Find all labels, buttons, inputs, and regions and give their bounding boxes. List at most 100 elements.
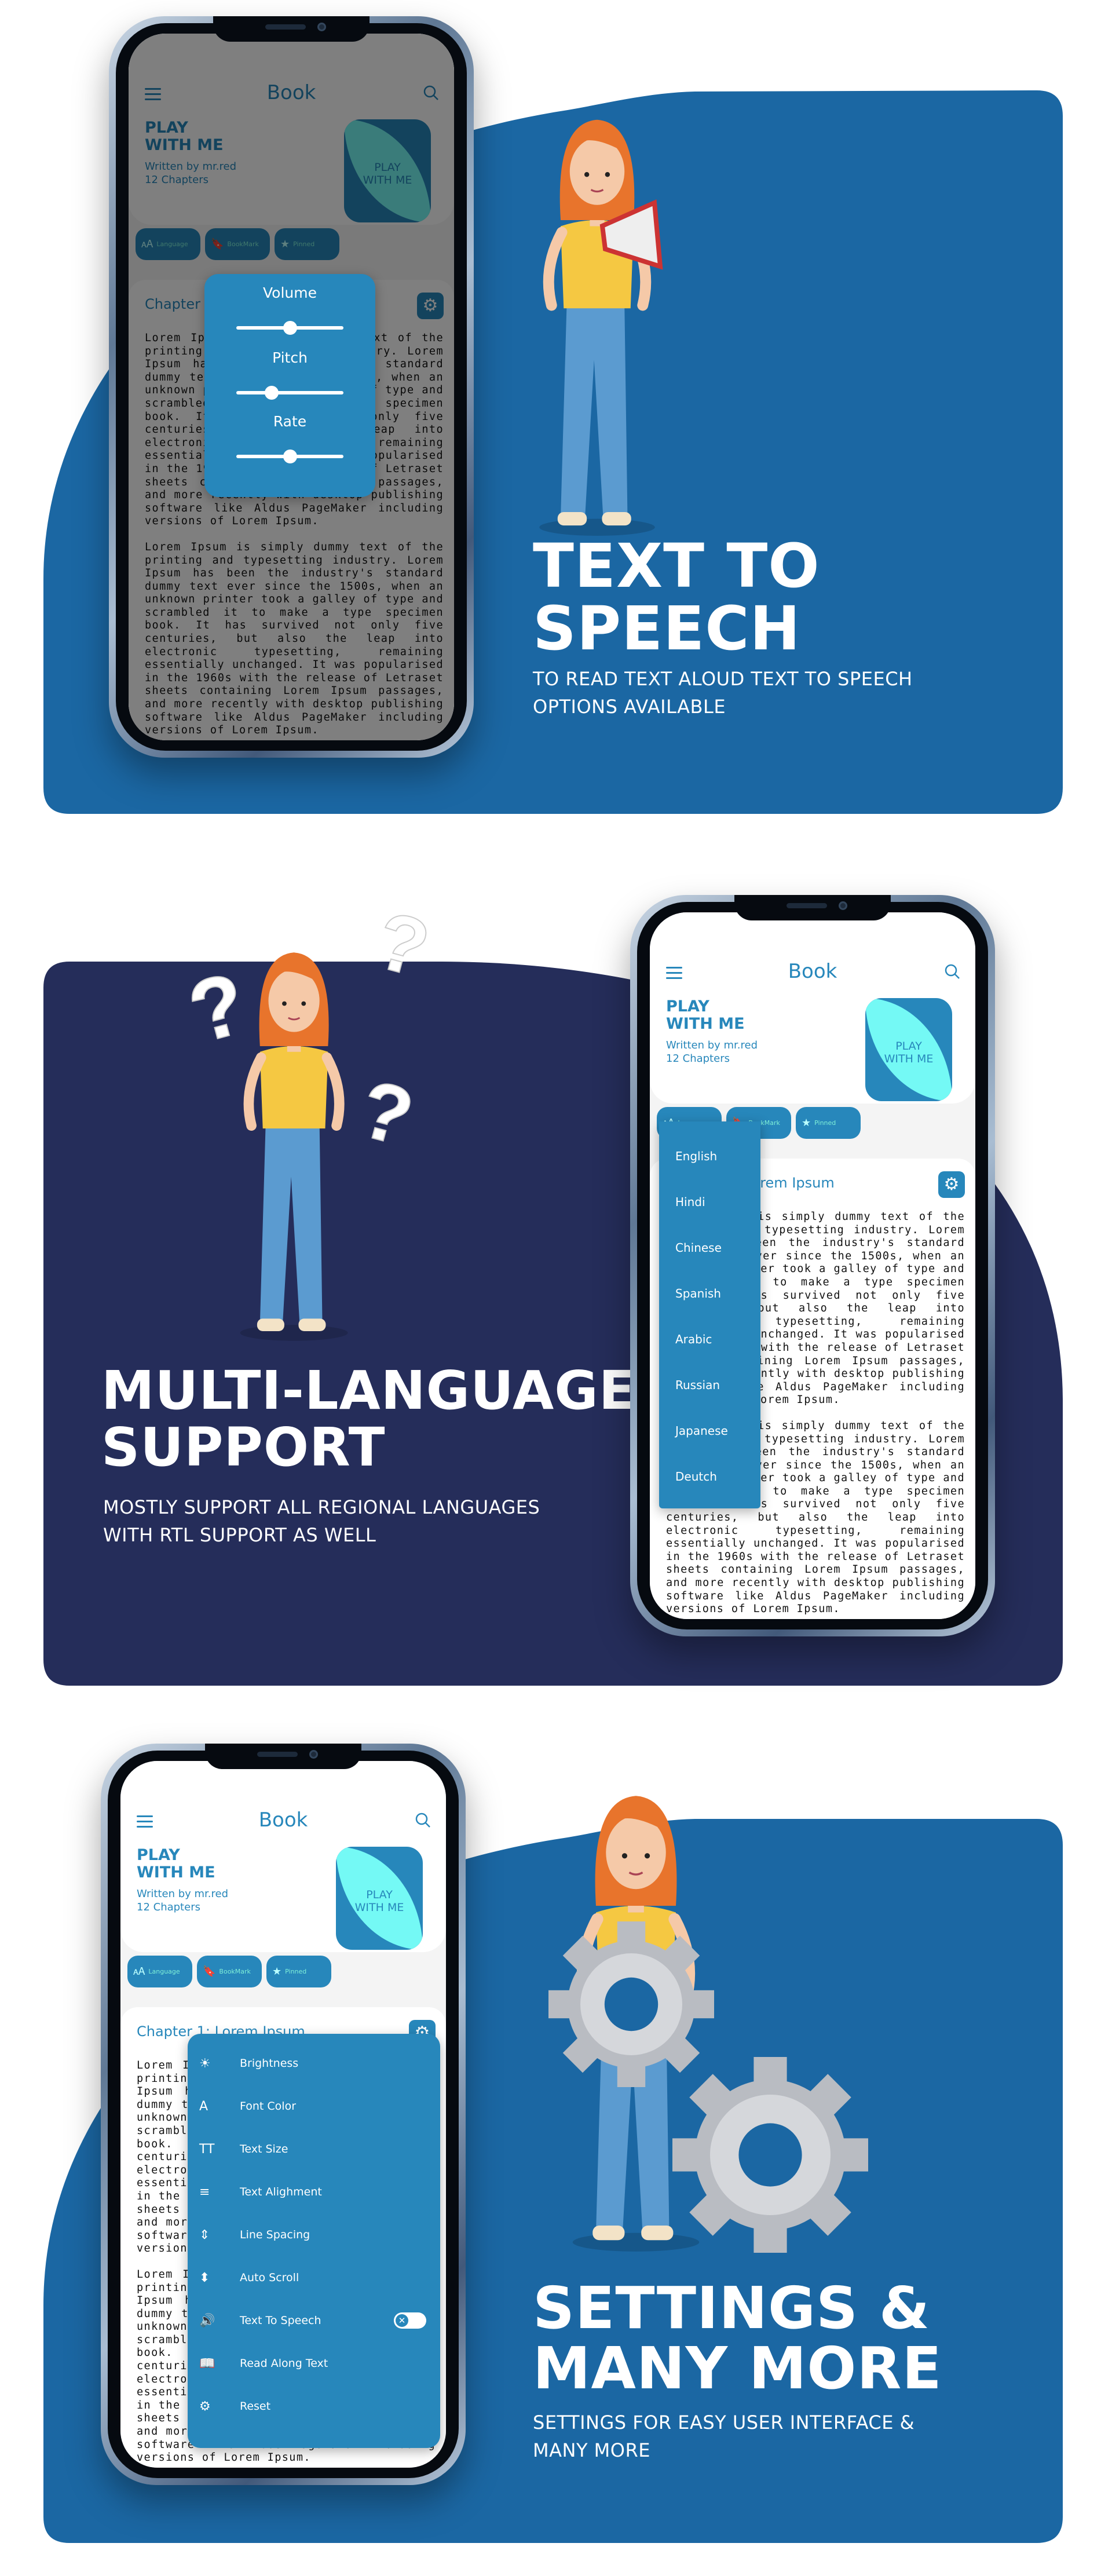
heading-line: SUPPORT <box>101 1416 386 1478</box>
read-along-icon: 📖 <box>199 2356 215 2371</box>
volume-slider[interactable] <box>236 321 343 335</box>
phone-mockup-tts: Book PLAYWITH ME Written by mr.red12 Cha… <box>109 16 474 758</box>
menu-item-label: Text Size <box>240 2143 288 2155</box>
book-cover[interactable]: PLAYWITH ME <box>336 1847 423 1950</box>
app-title: Book <box>258 1808 308 1832</box>
search-icon[interactable] <box>944 963 960 980</box>
speaker-icon: 🔊 <box>199 2313 215 2328</box>
menu-item-label: Brightness <box>240 2057 299 2070</box>
heading-line: MANY MORE <box>533 2334 942 2402</box>
pitch-slider[interactable] <box>236 386 343 400</box>
subtitle-line: MOSTLY SUPPORT ALL REGIONAL LANGUAGES <box>103 1496 540 1518</box>
settings-item-brightness[interactable]: ☀ Brightness <box>188 2046 440 2081</box>
pitch-label: Pitch <box>272 349 308 366</box>
settings-item-line-spacing[interactable]: ⇕ Line Spacing <box>188 2217 440 2252</box>
section-1-heading: TEXT TO SPEECH <box>533 536 820 659</box>
book-cover[interactable]: PLAYWITH ME <box>865 998 952 1101</box>
book-meta: Written by mr.red12 Chapters <box>137 1887 228 1914</box>
heading-line: SPEECH <box>533 593 801 664</box>
text-to-speech-toggle[interactable]: ✕ <box>394 2312 426 2329</box>
menu-item-label: Auto Scroll <box>240 2271 299 2284</box>
gear-icon: ⚙ <box>943 1174 960 1194</box>
section-2-subtitle: MOSTLY SUPPORT ALL REGIONAL LANGUAGES WI… <box>103 1493 540 1549</box>
question-mark-icon: ? <box>367 894 438 995</box>
pin-icon: ★ <box>272 1965 282 1978</box>
settings-item-reset[interactable]: ⚙ Reset <box>188 2389 440 2424</box>
settings-button[interactable]: ⚙ <box>938 1171 965 1198</box>
section-2-heading: MULTI-LANGUAGE SUPPORT <box>101 1364 636 1474</box>
slider-knob[interactable] <box>265 386 279 400</box>
button-label: BookMark <box>219 1968 251 1975</box>
language-option-japanese[interactable]: Japanese <box>675 1424 728 1438</box>
button-label: Pinned <box>814 1119 836 1127</box>
brightness-icon: ☀ <box>199 2056 211 2071</box>
book-title-line: PLAY <box>137 1846 180 1864</box>
language-option-chinese[interactable]: Chinese <box>675 1241 722 1255</box>
bookmark-button[interactable]: 🔖BookMark <box>197 1956 262 1987</box>
author: Written by mr.red <box>137 1888 229 1900</box>
book-title-line: WITH ME <box>137 1864 215 1881</box>
settings-item-font-color[interactable]: A Font Color <box>188 2089 440 2124</box>
language-option-arabic[interactable]: Arabic <box>675 1332 712 1346</box>
cover-text: WITH ME <box>354 1901 404 1914</box>
subtitle-line: SETTINGS FOR EASY USER INTERFACE & <box>533 2411 915 2434</box>
language-option-english[interactable]: English <box>675 1149 717 1163</box>
app-screen: Book PLAYWITH ME Written by mr.red12 Cha… <box>650 912 975 1619</box>
pinned-button[interactable]: ★Pinned <box>266 1956 331 1987</box>
volume-label: Volume <box>263 284 317 301</box>
settings-item-text-alighment[interactable]: ≡ Text Alighment <box>188 2175 440 2209</box>
text-align-icon: ≡ <box>199 2184 210 2199</box>
app-screen: Book PLAYWITH ME Written by mr.red12 Cha… <box>120 1761 446 2468</box>
cover-text: PLAY <box>895 1040 922 1053</box>
button-label: Pinned <box>285 1968 307 1975</box>
chapter-count: 12 Chapters <box>666 1053 730 1065</box>
settings-item-text-to-speech[interactable]: 🔊 Text To Speech ✕ <box>188 2303 440 2338</box>
subtitle-line: OPTIONS AVAILABLE <box>533 696 726 718</box>
pin-icon: ★ <box>802 1117 811 1129</box>
subtitle-line: MANY MORE <box>533 2439 650 2461</box>
cover-text: PLAY <box>366 1888 393 1901</box>
settings-item-auto-scroll[interactable]: ⬍ Auto Scroll <box>188 2260 440 2295</box>
tts-settings-popup: Volume Pitch Rate <box>204 274 375 497</box>
book-title: PLAYWITH ME <box>137 1847 215 1881</box>
menu-item-label: Text To Speech <box>240 2314 321 2327</box>
heading-line: TEXT TO <box>533 531 820 601</box>
language-option-russian[interactable]: Russian <box>675 1378 720 1392</box>
text-size-icon: TT <box>199 2142 215 2157</box>
cover-text: WITH ME <box>884 1053 934 1065</box>
app-title: Book <box>788 960 837 983</box>
slider-knob[interactable] <box>283 450 297 463</box>
button-label: Language <box>148 1968 180 1975</box>
menu-item-label: Read Along Text <box>240 2357 328 2370</box>
phone-notch <box>734 895 891 920</box>
settings-item-text-size[interactable]: TT Text Size <box>188 2132 440 2166</box>
slider-knob[interactable] <box>283 321 297 335</box>
settings-item-read-along-text[interactable]: 📖 Read Along Text <box>188 2346 440 2381</box>
line-spacing-icon: ⇕ <box>199 2227 210 2242</box>
phone-notch <box>213 16 370 42</box>
chapter-count: 12 Chapters <box>137 1901 200 1913</box>
language-option-deutch[interactable]: Deutch <box>675 1470 717 1484</box>
girl-with-megaphone-illustration <box>539 120 655 536</box>
language-option-hindi[interactable]: Hindi <box>675 1195 705 1209</box>
section-3-heading: SETTINGS & MANY MORE <box>533 2279 942 2398</box>
author: Written by mr.red <box>666 1039 758 1051</box>
girl-thinking-illustration <box>240 952 348 1340</box>
heading-line: SETTINGS & <box>533 2274 931 2342</box>
menu-item-label: Reset <box>240 2400 271 2413</box>
book-title-line: WITH ME <box>666 1015 745 1033</box>
search-icon[interactable] <box>415 1812 431 1828</box>
pinned-button[interactable]: ★Pinned <box>796 1107 861 1139</box>
book-meta: Written by mr.red 12 Chapters <box>666 1039 758 1065</box>
auto-scroll-icon: ⬍ <box>199 2270 210 2285</box>
question-mark-icon: ? <box>179 953 255 1061</box>
phone-notch <box>205 1744 361 1769</box>
language-option-spanish[interactable]: Spanish <box>675 1287 721 1300</box>
language-button[interactable]: 🗚Language <box>127 1956 192 1987</box>
font-color-icon: A <box>199 2099 209 2114</box>
app-screen: Book PLAYWITH ME Written by mr.red12 Cha… <box>129 34 454 740</box>
book-title: PLAYWITH ME <box>666 998 745 1033</box>
rate-slider[interactable] <box>236 450 343 463</box>
menu-item-label: Text Alighment <box>240 2186 322 2198</box>
gear-illustration <box>672 2057 868 2253</box>
